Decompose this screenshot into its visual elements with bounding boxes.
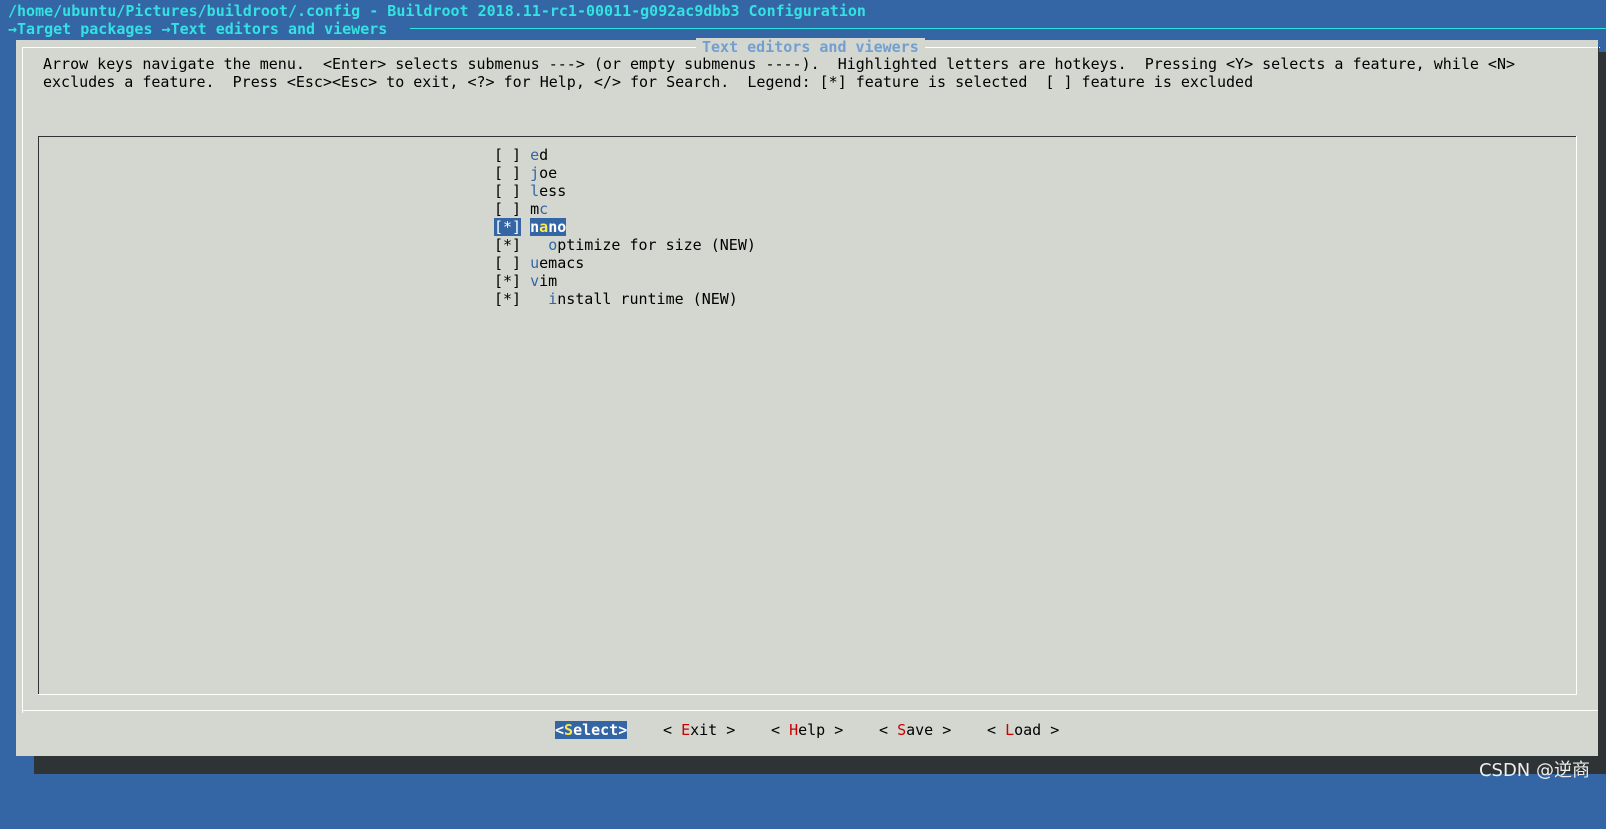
menu-item[interactable]: [ ] ed xyxy=(494,146,756,164)
menu-item-checkbox[interactable]: [ ] xyxy=(494,164,521,182)
save-button[interactable]: < Save > xyxy=(879,721,951,739)
menu-item[interactable]: [ ] uemacs xyxy=(494,254,756,272)
breadcrumb-item-text-editors[interactable]: Text editors and viewers xyxy=(171,20,388,38)
breadcrumb: →Target packages →Text editors and viewe… xyxy=(8,20,387,38)
menu-item-label: install runtime (NEW) xyxy=(548,290,738,308)
help-line-2: excludes a feature. Press <Esc><Esc> to … xyxy=(43,73,1254,91)
menu-item-label: optimize for size (NEW) xyxy=(548,236,756,254)
menu-item[interactable]: [*] optimize for size (NEW) xyxy=(494,236,756,254)
menu-item-checkbox[interactable]: [ ] xyxy=(494,254,521,272)
window-title: /home/ubuntu/Pictures/buildroot/.config … xyxy=(8,2,866,20)
menu-item[interactable]: [ ] less xyxy=(494,182,756,200)
dialog-border-left xyxy=(22,47,23,713)
menu-item-hotkey: c xyxy=(539,200,549,218)
dialog-border-right xyxy=(1598,47,1599,713)
menu-item[interactable]: [*] nano xyxy=(494,218,756,236)
dialog-title: Text editors and viewers xyxy=(696,38,925,56)
menu-item-label: vim xyxy=(530,272,558,290)
menu-item-checkbox[interactable]: [*] xyxy=(494,236,521,254)
menu-item-hotkey: u xyxy=(530,254,540,272)
menu-item-hotkey: j xyxy=(530,164,540,182)
menu-item-checkbox[interactable]: [ ] xyxy=(494,182,521,200)
menu-item-hotkey: e xyxy=(530,146,540,164)
menu-item[interactable]: [ ] mc xyxy=(494,200,756,218)
menu-item-label: joe xyxy=(530,164,558,182)
menu-item-label: nano xyxy=(530,218,567,236)
menu-item-hotkey: a xyxy=(539,218,549,236)
help-line-1: Arrow keys navigate the menu. <Enter> se… xyxy=(43,55,1516,73)
menu-item-hotkey: l xyxy=(530,182,540,200)
menu-item-label: mc xyxy=(530,200,549,218)
load-button[interactable]: < Load > xyxy=(987,721,1059,739)
menu-item[interactable]: [*] install runtime (NEW) xyxy=(494,290,756,308)
menu-item-checkbox[interactable]: [*] xyxy=(494,218,522,236)
menu-item[interactable]: [ ] joe xyxy=(494,164,756,182)
menu-item[interactable]: [*] vim xyxy=(494,272,756,290)
watermark: CSDN @逆商 xyxy=(1478,760,1590,781)
menu-box-border-right xyxy=(1576,136,1577,694)
menu-item-label: uemacs xyxy=(530,254,585,272)
menu-item-checkbox[interactable]: [*] xyxy=(494,290,521,308)
button-bar: <Select> < Exit > < Help > < Save > < Lo… xyxy=(0,721,1606,739)
menu-item-checkbox[interactable]: [ ] xyxy=(494,146,521,164)
breadcrumb-separator: → xyxy=(8,20,18,38)
help-text: Arrow keys navigate the menu. <Enter> se… xyxy=(43,55,1515,91)
config-dialog xyxy=(16,40,1598,756)
menu-item-label: less xyxy=(530,182,567,200)
menu-list: [ ] ed[ ] joe[ ] less[ ] mc [*] nano [*] o… xyxy=(494,146,756,308)
exit-button[interactable]: < Exit > xyxy=(663,721,735,739)
menu-box-border-bottom xyxy=(38,694,1577,695)
menu-box-border-top xyxy=(38,136,1576,137)
menu-box-border-left xyxy=(38,136,39,694)
menu-item-hotkey: v xyxy=(530,272,540,290)
breadcrumb-underline xyxy=(410,28,1606,29)
menu-item-hotkey: i xyxy=(548,290,558,308)
menu-item-checkbox[interactable]: [ ] xyxy=(494,200,521,218)
menu-item-label: ed xyxy=(530,146,549,164)
breadcrumb-item-target-packages[interactable]: Target packages xyxy=(17,20,152,38)
select-button[interactable]: <Select> xyxy=(555,721,628,739)
menu-item-hotkey: o xyxy=(548,236,558,254)
button-area-separator xyxy=(22,710,1598,711)
menu-item-checkbox[interactable]: [*] xyxy=(494,272,521,290)
breadcrumb-separator: → xyxy=(161,20,171,38)
help-button[interactable]: < Help > xyxy=(771,721,843,739)
